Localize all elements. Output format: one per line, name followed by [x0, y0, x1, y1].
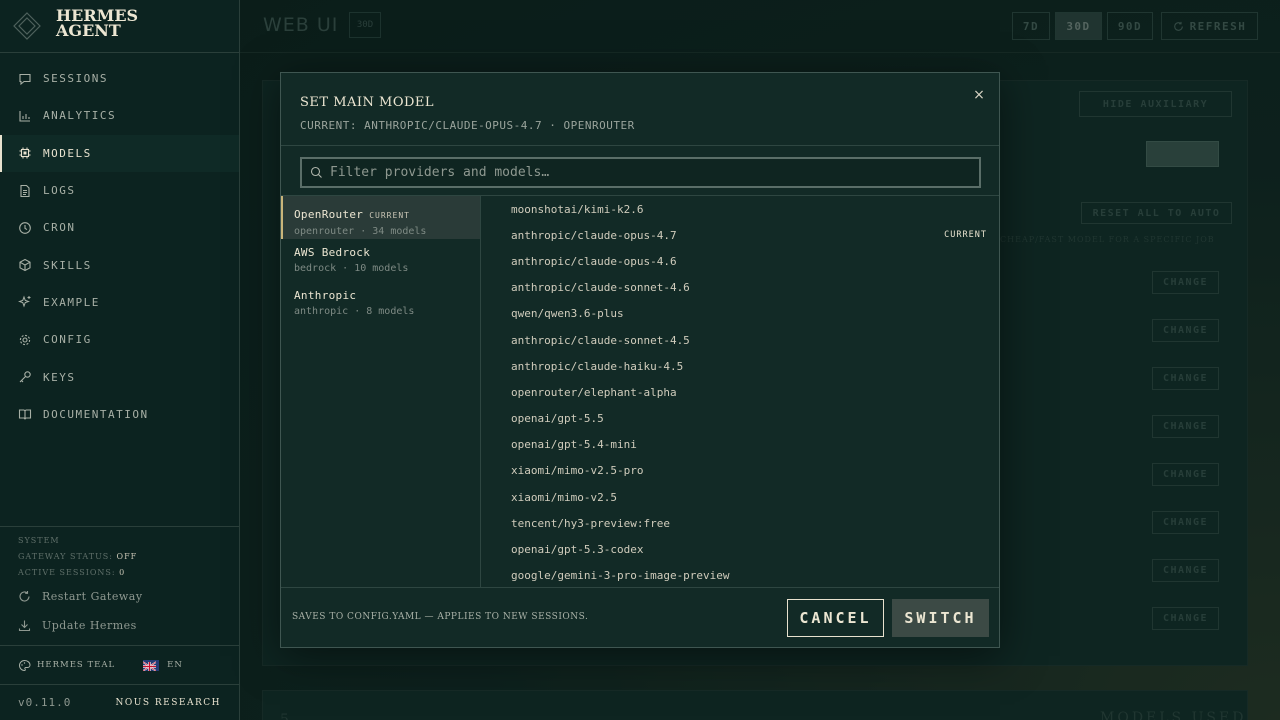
- sidebar-item-label: CRON: [43, 221, 76, 235]
- sidebar-item-label: LOGS: [43, 184, 76, 198]
- close-icon[interactable]: ×: [971, 87, 987, 103]
- sidebar-item-label: CONFIG: [43, 333, 92, 347]
- dialog-title: SET MAIN MODEL: [300, 95, 435, 110]
- theme-selector[interactable]: HERMES TEAL: [37, 660, 115, 670]
- sidebar-item-skills[interactable]: SKILLS: [0, 246, 239, 283]
- system-heading: SYSTEM: [18, 536, 60, 545]
- provider-item-anthropic[interactable]: Anthropic anthropic · 8 models: [281, 282, 480, 325]
- sparkle-icon: [18, 295, 32, 309]
- model-item-current[interactable]: anthropic/claude-opus-4.7 CURRENT: [482, 222, 999, 248]
- set-main-model-dialog: SET MAIN MODEL CURRENT: ANTHROPIC/CLAUDE…: [280, 72, 1000, 648]
- sidebar-item-documentation[interactable]: DOCUMENTATION: [0, 396, 239, 433]
- provider-name: Anthropic: [294, 289, 357, 302]
- model-item[interactable]: anthropic/claude-sonnet-4.6: [482, 275, 999, 301]
- clock-icon: [18, 221, 32, 235]
- palette-icon[interactable]: [18, 659, 31, 672]
- sidebar-item-sessions[interactable]: SESSIONS: [0, 60, 239, 97]
- gear-icon: [18, 333, 32, 347]
- active-sessions-value: 0: [119, 568, 126, 577]
- search-icon: [310, 166, 322, 178]
- sidebar-item-label: SKILLS: [43, 258, 92, 272]
- provider-item-aws-bedrock[interactable]: AWS Bedrock bedrock · 10 models: [281, 239, 480, 282]
- sidebar-item-keys[interactable]: KEYS: [0, 358, 239, 395]
- sidebar-footer: v0.11.0 NOUS RESEARCH: [0, 685, 239, 720]
- model-item[interactable]: openrouter/elephant-alpha: [482, 379, 999, 405]
- system-status: SYSTEM GATEWAY STATUS: OFF ACTIVE SESSIO…: [0, 526, 239, 582]
- logo-icon: [13, 12, 41, 40]
- nous-research-link[interactable]: NOUS RESEARCH: [116, 698, 221, 708]
- sidebar-item-config[interactable]: CONFIG: [0, 321, 239, 358]
- provider-name: AWS Bedrock: [294, 246, 371, 259]
- sidebar: HERMES AGENT SESSIONS ANALYTICS MODELS L…: [0, 0, 240, 720]
- sidebar-item-cron[interactable]: CRON: [0, 209, 239, 246]
- version-label: v0.11.0: [18, 696, 72, 709]
- sidebar-nav: SESSIONS ANALYTICS MODELS LOGS CRON SKIL…: [0, 60, 239, 433]
- provider-meta: anthropic · 8 models: [294, 306, 415, 317]
- sidebar-item-example[interactable]: EXAMPLE: [0, 284, 239, 321]
- language-selector[interactable]: EN: [167, 660, 183, 670]
- sidebar-item-logs[interactable]: LOGS: [0, 172, 239, 209]
- provider-item-openrouter[interactable]: OpenRouter CURRENT openrouter · 34 models: [281, 196, 480, 239]
- dialog-footer: SAVES TO CONFIG.YAML — APPLIES TO NEW SE…: [281, 587, 999, 647]
- model-item[interactable]: xiaomi/mimo-v2.5-pro: [482, 458, 999, 484]
- gateway-status: GATEWAY STATUS: OFF: [18, 552, 138, 561]
- bar-chart-icon: [18, 109, 32, 123]
- sidebar-item-label: SESSIONS: [43, 72, 108, 86]
- sidebar-item-label: KEYS: [43, 370, 76, 384]
- sidebar-item-label: DOCUMENTATION: [43, 407, 149, 421]
- download-icon: [18, 620, 31, 632]
- gateway-status-value: OFF: [116, 552, 138, 561]
- provider-meta: bedrock · 10 models: [294, 263, 409, 274]
- picker-panes: OpenRouter CURRENT openrouter · 34 models…: [281, 195, 999, 588]
- model-list: moonshotai/kimi-k2.6 anthropic/claude-op…: [482, 196, 999, 588]
- refresh-icon: [19, 591, 30, 602]
- book-icon: [18, 407, 32, 421]
- current-badge: CURRENT: [944, 230, 987, 241]
- update-hermes-button[interactable]: Update Hermes: [18, 619, 137, 632]
- model-item[interactable]: tencent/hy3-preview:free: [482, 510, 999, 536]
- restart-gateway-button[interactable]: Restart Gateway: [18, 590, 143, 603]
- switch-button[interactable]: SWITCH: [892, 599, 989, 637]
- key-icon: [18, 370, 32, 384]
- cancel-button[interactable]: CANCEL: [787, 599, 884, 637]
- sidebar-item-analytics[interactable]: ANALYTICS: [0, 97, 239, 134]
- restart-gateway-label: Restart Gateway: [42, 590, 143, 603]
- sidebar-item-label: EXAMPLE: [43, 295, 100, 309]
- chat-icon: [18, 72, 32, 86]
- model-item[interactable]: anthropic/claude-opus-4.6: [482, 248, 999, 274]
- active-sessions: ACTIVE SESSIONS: 0: [18, 568, 126, 577]
- dialog-subtitle: CURRENT: ANTHROPIC/CLAUDE-OPUS-4.7 · OPE…: [300, 119, 635, 132]
- model-item[interactable]: openai/gpt-5.4-mini: [482, 432, 999, 458]
- model-item[interactable]: openai/gpt-5.5: [482, 406, 999, 432]
- filter-input[interactable]: [330, 165, 970, 180]
- update-hermes-label: Update Hermes: [42, 619, 137, 632]
- footer-note: SAVES TO CONFIG.YAML — APPLIES TO NEW SE…: [292, 612, 589, 622]
- cube-icon: [18, 258, 32, 272]
- provider-list: OpenRouter CURRENT openrouter · 34 models…: [281, 196, 481, 588]
- model-item[interactable]: anthropic/claude-haiku-4.5: [482, 353, 999, 379]
- model-item[interactable]: moonshotai/kimi-k2.6: [482, 196, 999, 222]
- brand-name: HERMES AGENT: [56, 6, 139, 40]
- filter-field: [300, 157, 981, 188]
- chip-icon: [18, 146, 32, 160]
- sidebar-item-label: ANALYTICS: [43, 109, 117, 123]
- uk-flag-icon: [143, 659, 160, 671]
- sidebar-item-models[interactable]: MODELS: [0, 134, 239, 173]
- current-badge: CURRENT: [369, 211, 410, 220]
- model-item[interactable]: xiaomi/mimo-v2.5: [482, 484, 999, 510]
- dialog-header: SET MAIN MODEL CURRENT: ANTHROPIC/CLAUDE…: [281, 73, 999, 146]
- brand[interactable]: HERMES AGENT: [0, 0, 239, 53]
- model-item[interactable]: anthropic/claude-sonnet-4.5: [482, 327, 999, 353]
- sidebar-item-label: MODELS: [43, 146, 92, 160]
- model-item[interactable]: google/gemini-3-pro-image-preview: [482, 563, 999, 588]
- model-item[interactable]: openai/gpt-5.3-codex: [482, 536, 999, 562]
- provider-name: OpenRouter: [294, 208, 364, 221]
- theme-row: HERMES TEAL EN: [0, 645, 239, 685]
- model-item[interactable]: qwen/qwen3.6-plus: [482, 301, 999, 327]
- provider-meta: openrouter · 34 models: [294, 226, 427, 237]
- file-icon: [18, 184, 32, 198]
